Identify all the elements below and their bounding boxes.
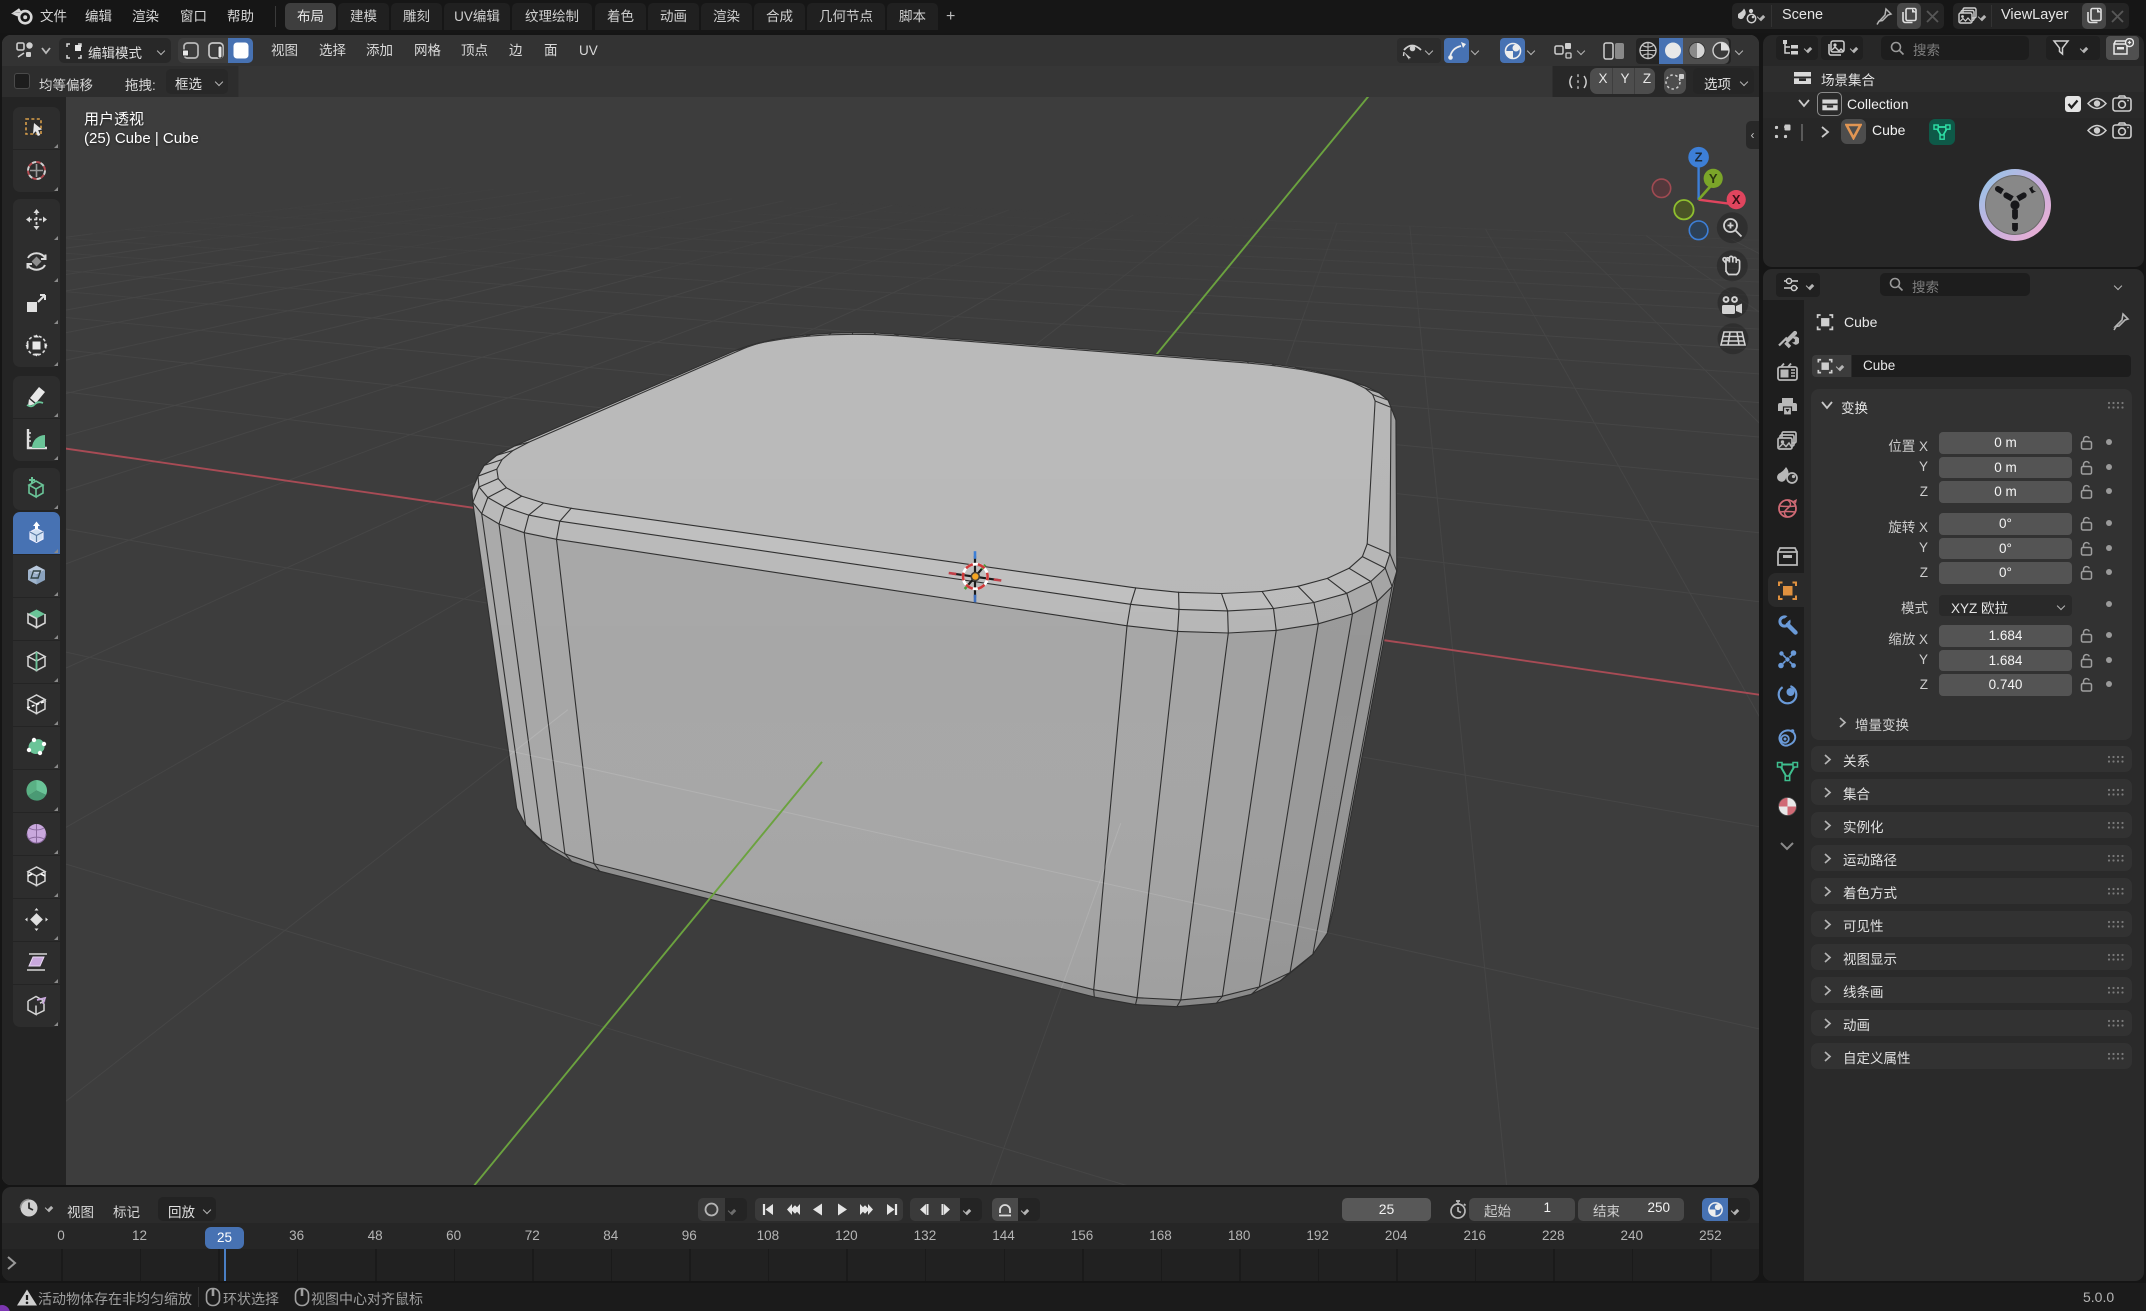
svg-text:Z: Z — [1695, 150, 1703, 165]
svg-text:X: X — [1732, 192, 1741, 207]
svg-text:Y: Y — [1709, 171, 1718, 186]
